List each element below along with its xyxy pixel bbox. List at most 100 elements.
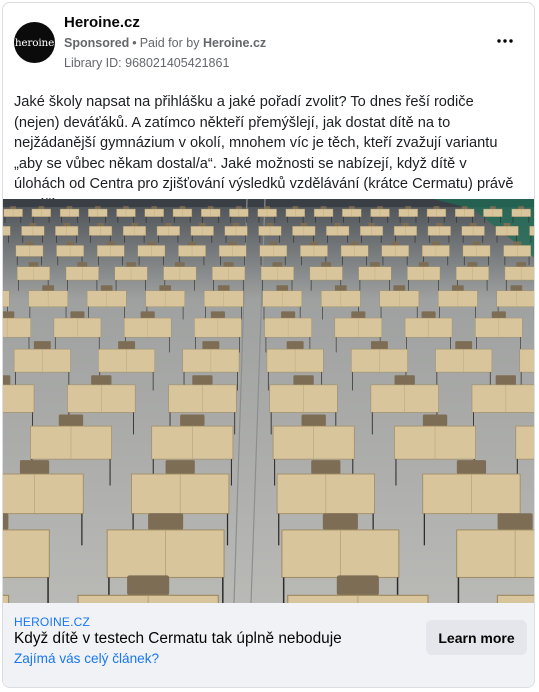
desk-leg (505, 280, 507, 291)
chair (421, 311, 436, 319)
desk (3, 290, 10, 307)
desk-leg (456, 216, 457, 223)
chair (456, 460, 487, 475)
desk-leg (438, 280, 439, 291)
chair (467, 262, 478, 267)
desk-leg (4, 216, 6, 223)
chair (118, 341, 136, 350)
desk-leg (448, 235, 450, 243)
desk-leg (133, 412, 134, 435)
desk-leg (177, 235, 179, 243)
desk-leg (245, 235, 246, 243)
desk-leg (239, 337, 240, 353)
desk-leg (117, 216, 119, 223)
chair (131, 223, 138, 227)
chair (38, 206, 45, 209)
desk-leg (504, 256, 506, 266)
desk-leg (133, 216, 135, 223)
desk-leg (488, 256, 489, 266)
desk-leg (335, 337, 337, 353)
desk-leg (274, 216, 276, 223)
desk (3, 594, 10, 603)
page-name-link[interactable]: Heroine.cz (64, 14, 140, 31)
page-avatar[interactable]: heroine (14, 22, 55, 63)
desk-leg (408, 280, 409, 291)
desk-leg (169, 337, 170, 353)
desk-leg (428, 216, 429, 223)
desk-leg (347, 235, 348, 243)
desk-leg (315, 216, 316, 223)
desk-leg (406, 256, 408, 266)
chair (461, 206, 468, 209)
desk-leg (371, 412, 373, 435)
desk-leg (482, 235, 484, 243)
desk-leg (439, 306, 440, 320)
chair (497, 513, 533, 530)
chair (320, 206, 327, 209)
chair (42, 285, 55, 291)
desk-leg (189, 216, 191, 223)
chair (300, 223, 308, 227)
chair (516, 262, 527, 267)
chair (106, 241, 115, 246)
chair (25, 241, 34, 246)
desk-leg (20, 216, 22, 223)
chair (94, 206, 101, 209)
chair (322, 513, 358, 530)
chair (63, 223, 71, 227)
desk (471, 384, 534, 413)
desk-leg (447, 256, 449, 266)
chair (228, 241, 237, 246)
paid-for-by-name[interactable]: Heroine.cz (203, 36, 266, 50)
desk-leg (380, 306, 382, 320)
desk-leg (342, 256, 343, 266)
desk-leg (528, 256, 530, 266)
desk-leg (423, 513, 425, 546)
desk-leg (282, 577, 285, 603)
desk-leg (262, 280, 263, 291)
chair (207, 206, 214, 209)
desk-leg (225, 235, 227, 243)
chair (393, 285, 406, 291)
desk-leg (205, 306, 206, 320)
desk-leg (244, 256, 245, 266)
chair (309, 241, 319, 246)
desk-leg (302, 216, 304, 223)
desk-leg (533, 306, 534, 320)
desk-leg (109, 459, 111, 486)
desk (456, 529, 534, 578)
chair (518, 206, 524, 209)
desk-leg (284, 256, 286, 266)
desk-leg (472, 216, 473, 223)
desk-leg (274, 459, 276, 486)
desk-leg (122, 256, 123, 266)
desk-leg (41, 256, 42, 266)
desk-leg (182, 306, 184, 320)
chair (126, 262, 136, 267)
desk-leg (528, 216, 530, 223)
chair (91, 375, 112, 385)
desk-leg (138, 256, 140, 266)
link-preview-footer[interactable]: HEROINE.CZ Když dítě v testech Cermatu t… (3, 603, 534, 687)
chair (272, 262, 283, 267)
desk-leg (76, 216, 78, 223)
desk-leg (194, 280, 195, 291)
chair (198, 223, 206, 227)
hero-image-exam-hall[interactable] (3, 199, 534, 603)
chair (3, 311, 15, 319)
chair (202, 341, 220, 350)
desk-leg (457, 577, 460, 603)
link-subline[interactable]: Zajímá vás celý článek? (14, 651, 159, 666)
desk-leg (301, 256, 302, 266)
desk (496, 594, 534, 603)
chair (391, 241, 400, 246)
link-headline[interactable]: Když dítě v testech Cermatu tak úplně ne… (14, 630, 342, 648)
ellipsis-icon (497, 39, 513, 43)
chair (351, 311, 366, 319)
desk-leg (42, 235, 43, 243)
more-options-button[interactable] (494, 30, 516, 52)
chair (350, 241, 359, 246)
learn-more-button[interactable]: Learn more (426, 620, 527, 655)
chair (180, 414, 205, 427)
library-id: Library ID: 968021405421861 (64, 56, 230, 70)
